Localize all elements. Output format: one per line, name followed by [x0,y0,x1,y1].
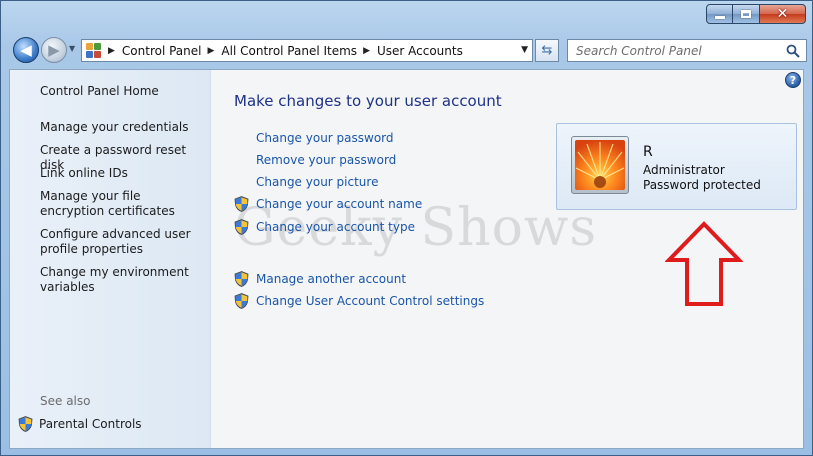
breadcrumb-separator-icon: ▶ [363,45,370,56]
recent-pages-dropdown[interactable]: ▼ [69,44,75,53]
account-name: R [643,144,653,160]
minimize-button[interactable] [706,4,733,24]
uac-shield-icon [234,271,249,291]
close-button[interactable]: ✕ [760,4,806,24]
sidebar-item-manage-credentials[interactable]: Manage your credentials [40,120,205,135]
back-button[interactable]: ◀ [13,37,39,63]
sidebar-item-advanced-profile[interactable]: Configure advanced user profile properti… [40,227,205,257]
minimize-icon [714,15,725,19]
task-change-account-name[interactable]: Change your account name [256,197,422,211]
account-type: Administrator [643,163,725,177]
account-status: Password protected [643,178,761,192]
refresh-icon: ⇆ [541,43,553,58]
task-remove-password[interactable]: Remove your password [256,153,396,167]
task-change-account-type[interactable]: Change your account type [256,220,415,234]
task-manage-another-account[interactable]: Manage another account [256,272,406,286]
close-icon: ✕ [776,6,789,22]
annotation-arrow-icon [665,221,743,306]
page-title: Make changes to your user account [234,92,502,110]
sidebar-item-link-online-ids[interactable]: Link online IDs [40,166,205,181]
help-button[interactable]: ? [785,72,801,88]
maximize-button[interactable] [733,4,760,24]
uac-shield-icon [234,293,249,313]
address-bar[interactable]: ▶ Control Panel ▶ All Control Panel Item… [81,39,533,62]
address-dropdown-icon[interactable]: ▼ [521,45,528,55]
task-change-picture[interactable]: Change your picture [256,175,378,189]
chevron-down-icon: ▼ [69,44,76,53]
task-change-uac-settings[interactable]: Change User Account Control settings [256,294,484,308]
sidebar-item-environment-variables[interactable]: Change my environment variables [40,265,205,295]
parental-controls-label: Parental Controls [39,417,142,431]
uac-shield-icon [234,196,249,216]
breadcrumb-control-panel[interactable]: Control Panel [122,44,202,58]
sidebar-item-parental-controls[interactable]: Parental Controls [18,416,142,432]
window: ✕ ◀ ▶ ▼ ▶ Control Panel ▶ All Control Pa… [0,0,813,456]
sidebar-item-control-panel-home[interactable]: Control Panel Home [40,84,205,99]
uac-shield-icon [18,416,33,432]
breadcrumb-user-accounts[interactable]: User Accounts [377,44,463,58]
caption-buttons: ✕ [706,4,806,24]
flower-picture-icon [575,140,625,190]
search-icon[interactable] [786,44,800,58]
account-card: R Administrator Password protected [556,123,797,210]
task-change-password[interactable]: Change your password [256,131,394,145]
refresh-button[interactable]: ⇆ [535,39,559,62]
breadcrumb-all-items[interactable]: All Control Panel Items [221,44,357,58]
search-box [567,39,807,62]
control-panel-icon [86,42,102,59]
forward-arrow-icon: ▶ [48,41,60,59]
navigation-bar: ◀ ▶ ▼ ▶ Control Panel ▶ All Control Pane… [9,35,807,65]
back-arrow-icon: ◀ [20,41,32,59]
sidebar: Control Panel Home Manage your credentia… [10,70,211,448]
search-input[interactable] [574,42,788,59]
see-also-heading: See also [40,394,91,408]
uac-shield-icon [234,219,249,239]
forward-button[interactable]: ▶ [41,37,67,63]
breadcrumb-separator-icon: ▶ [108,45,115,56]
content-area: Control Panel Home Manage your credentia… [9,69,804,449]
sidebar-item-file-encryption[interactable]: Manage your file encryption certificates [40,189,205,219]
help-icon: ? [789,73,797,87]
breadcrumb-separator-icon: ▶ [207,45,215,56]
maximize-icon [741,10,751,18]
avatar[interactable] [571,136,629,194]
